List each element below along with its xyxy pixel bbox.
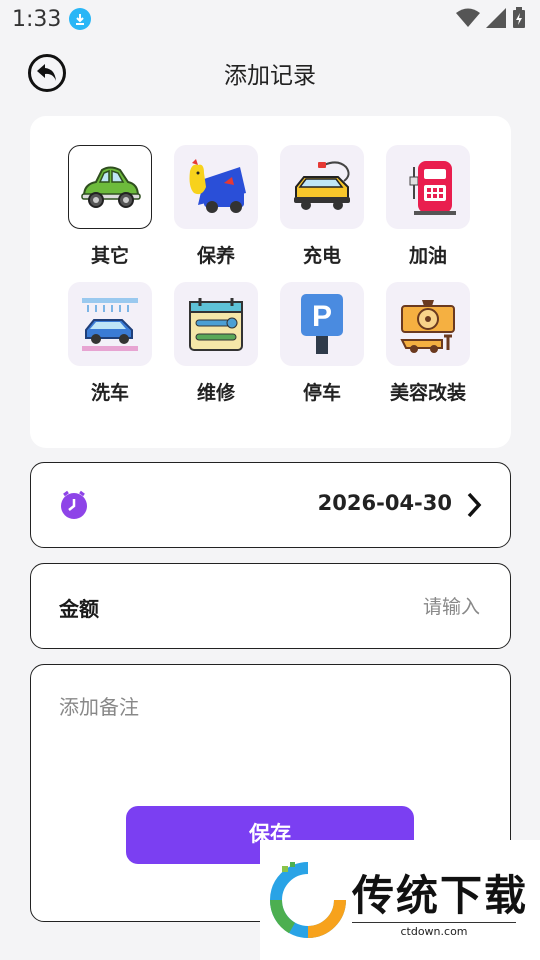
category-label: 充电: [302, 245, 341, 267]
category-wash[interactable]: 洗车: [64, 282, 156, 405]
wifi-icon: [456, 8, 480, 27]
fuel-pump-icon: [386, 145, 470, 229]
amount-row: 金额: [30, 563, 511, 649]
maintenance-icon: [174, 145, 258, 229]
category-maintenance[interactable]: 保养: [170, 145, 262, 268]
ev-charge-icon: [280, 145, 364, 229]
download-icon: [69, 8, 92, 30]
header: 添加记录: [0, 50, 540, 94]
date-picker-row[interactable]: 2026-04-30: [30, 462, 511, 548]
category-label: 维修: [196, 382, 235, 404]
category-modify[interactable]: 美容改装: [382, 282, 474, 405]
category-card: 其它 保养 充电 加油 洗车 维修 P 停车 美容改装: [30, 116, 511, 448]
battery-icon: [513, 7, 525, 28]
status-bar: 1:33: [0, 0, 540, 38]
category-label: 停车: [302, 382, 341, 404]
category-fuel[interactable]: 加油: [382, 145, 474, 268]
category-repair[interactable]: 维修: [170, 282, 262, 405]
car-icon: [68, 145, 152, 229]
status-icons: [456, 7, 526, 29]
svg-text:P: P: [312, 300, 332, 333]
car-modify-icon: [386, 282, 470, 366]
note-input[interactable]: [59, 691, 479, 801]
watermark-url: ctdown.com: [352, 922, 516, 938]
car-wash-icon: [68, 282, 152, 366]
date-value: 2026-04-30: [317, 491, 452, 515]
category-label: 美容改装: [389, 382, 466, 404]
watermark: 传统下载 ctdown.com: [260, 840, 540, 960]
category-label: 加油: [408, 245, 447, 267]
signal-icon: [486, 8, 506, 28]
category-other[interactable]: 其它: [64, 145, 156, 268]
chevron-right-icon: [467, 492, 482, 518]
category-parking[interactable]: P 停车: [276, 282, 368, 405]
repair-tools-icon: [174, 282, 258, 366]
category-charge[interactable]: 充电: [276, 145, 368, 268]
amount-label: 金额: [59, 597, 99, 621]
clock-icon: [61, 490, 87, 519]
page-title: 添加记录: [224, 63, 316, 89]
category-label: 保养: [196, 245, 235, 267]
amount-input[interactable]: [280, 588, 480, 626]
category-label: 洗车: [90, 382, 129, 404]
watermark-logo: [269, 862, 346, 938]
parking-sign-icon: P: [280, 282, 364, 366]
status-time: 1:33: [12, 6, 62, 32]
category-label: 其它: [90, 245, 129, 267]
watermark-text: 传统下载: [352, 871, 529, 920]
